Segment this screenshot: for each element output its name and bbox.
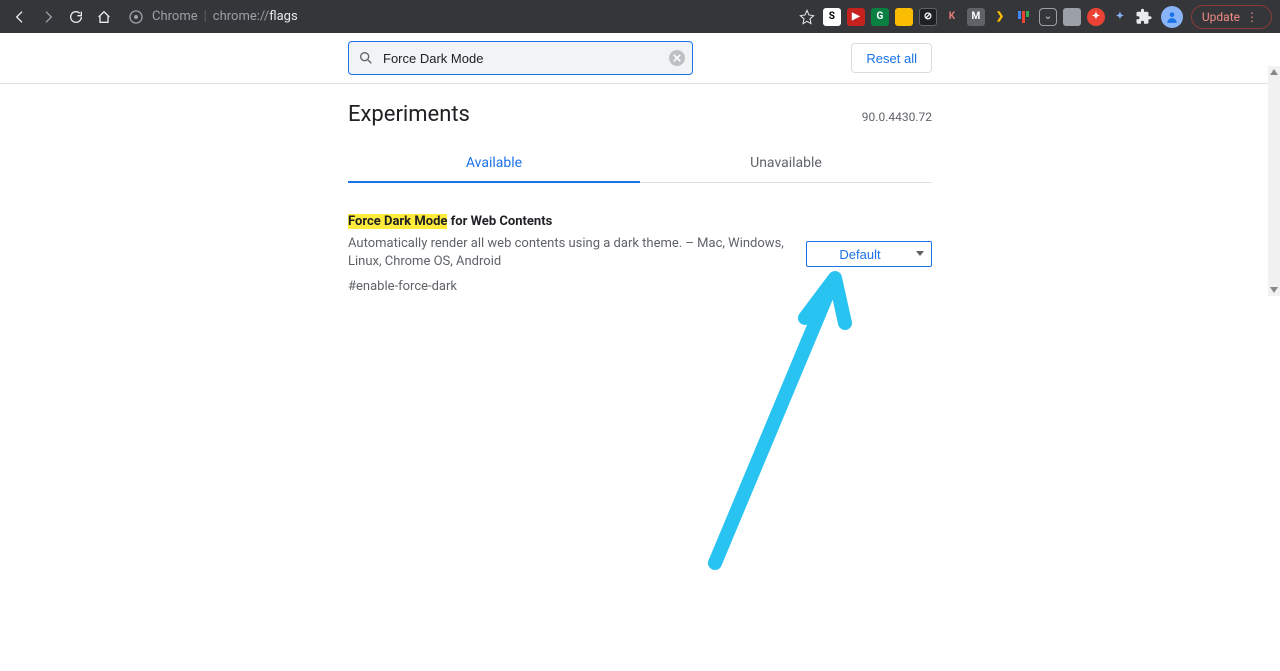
address-separator: | <box>204 9 207 24</box>
extension-icon[interactable] <box>1015 8 1033 26</box>
nav-back-button[interactable] <box>8 5 32 29</box>
chevron-down-icon <box>1270 287 1278 293</box>
nav-reload-button[interactable] <box>64 5 88 29</box>
page-title: Experiments <box>348 102 470 127</box>
chrome-page-icon <box>128 9 144 25</box>
extension-icon[interactable] <box>895 8 913 26</box>
extension-icon[interactable]: ✦ <box>1087 8 1105 26</box>
tabs: Available Unavailable <box>348 145 932 183</box>
extension-icon[interactable]: K <box>943 8 961 26</box>
tab-unavailable[interactable]: Unavailable <box>640 145 932 182</box>
browser-top-bar: Chrome | chrome://flags S ▶ G ⊘ K M ❯ ⌄ … <box>0 0 1280 33</box>
extension-icon[interactable] <box>1063 8 1081 26</box>
nav-home-button[interactable] <box>92 5 116 29</box>
arrow-left-icon <box>12 9 28 25</box>
flag-hash-link[interactable]: #enable-force-dark <box>348 278 457 296</box>
address-prefix: Chrome <box>152 9 198 24</box>
extension-icon[interactable]: ❯ <box>991 8 1009 26</box>
scroll-down-button[interactable] <box>1268 284 1280 296</box>
home-icon <box>96 9 112 25</box>
reload-icon <box>68 9 84 25</box>
flag-state-select[interactable]: Default <box>806 241 932 267</box>
bookmark-star-icon[interactable] <box>799 9 815 25</box>
close-icon <box>673 54 681 62</box>
profile-avatar[interactable] <box>1161 6 1183 28</box>
annotation-arrow <box>700 263 860 573</box>
flag-text: Force Dark Mode for Web Contents Automat… <box>348 213 786 296</box>
arrow-right-icon <box>40 9 56 25</box>
clear-search-button[interactable] <box>669 50 685 66</box>
extension-icon[interactable]: ⊘ <box>919 8 937 26</box>
extension-icons: S ▶ G ⊘ K M ❯ ⌄ ✦ ✦ <box>823 8 1153 26</box>
chevron-up-icon <box>1270 69 1278 75</box>
extension-icon[interactable]: M <box>967 8 985 26</box>
vertical-scrollbar[interactable] <box>1268 66 1280 296</box>
version-label: 90.0.4430.72 <box>862 110 932 124</box>
tab-available[interactable]: Available <box>348 145 640 183</box>
address-url: chrome://flags <box>213 9 298 24</box>
flag-item: Force Dark Mode for Web Contents Automat… <box>348 213 932 296</box>
address-bar[interactable]: Chrome | chrome://flags <box>128 9 799 25</box>
menu-dots-icon: ⋮ <box>1246 10 1257 24</box>
scroll-up-button[interactable] <box>1268 66 1280 78</box>
flags-page: Reset all Experiments 90.0.4430.72 Avail… <box>0 33 1280 296</box>
extension-icon[interactable]: ⌄ <box>1039 8 1057 26</box>
update-label: Update <box>1202 10 1240 24</box>
extension-icon[interactable]: ▶ <box>847 8 865 26</box>
flag-title-highlight: Force Dark Mode <box>348 214 447 229</box>
flag-title-rest: for Web Contents <box>447 214 552 229</box>
page-header: Experiments 90.0.4430.72 <box>348 102 932 127</box>
flag-description: Automatically render all web contents us… <box>348 235 786 271</box>
person-icon <box>1165 10 1179 24</box>
nav-forward-button[interactable] <box>36 5 60 29</box>
flag-title: Force Dark Mode for Web Contents <box>348 213 786 231</box>
extension-icon[interactable]: ✦ <box>1111 8 1129 26</box>
extension-icon[interactable]: G <box>871 8 889 26</box>
search-input[interactable] <box>348 41 693 75</box>
search-toolbar: Reset all <box>0 33 1280 84</box>
flag-select-wrap: Default <box>806 241 932 267</box>
update-button[interactable]: Update ⋮ <box>1191 5 1272 29</box>
reset-all-button[interactable]: Reset all <box>851 43 932 73</box>
extension-icon[interactable]: S <box>823 8 841 26</box>
search-icon <box>358 50 374 66</box>
extensions-puzzle-icon[interactable] <box>1135 8 1153 26</box>
